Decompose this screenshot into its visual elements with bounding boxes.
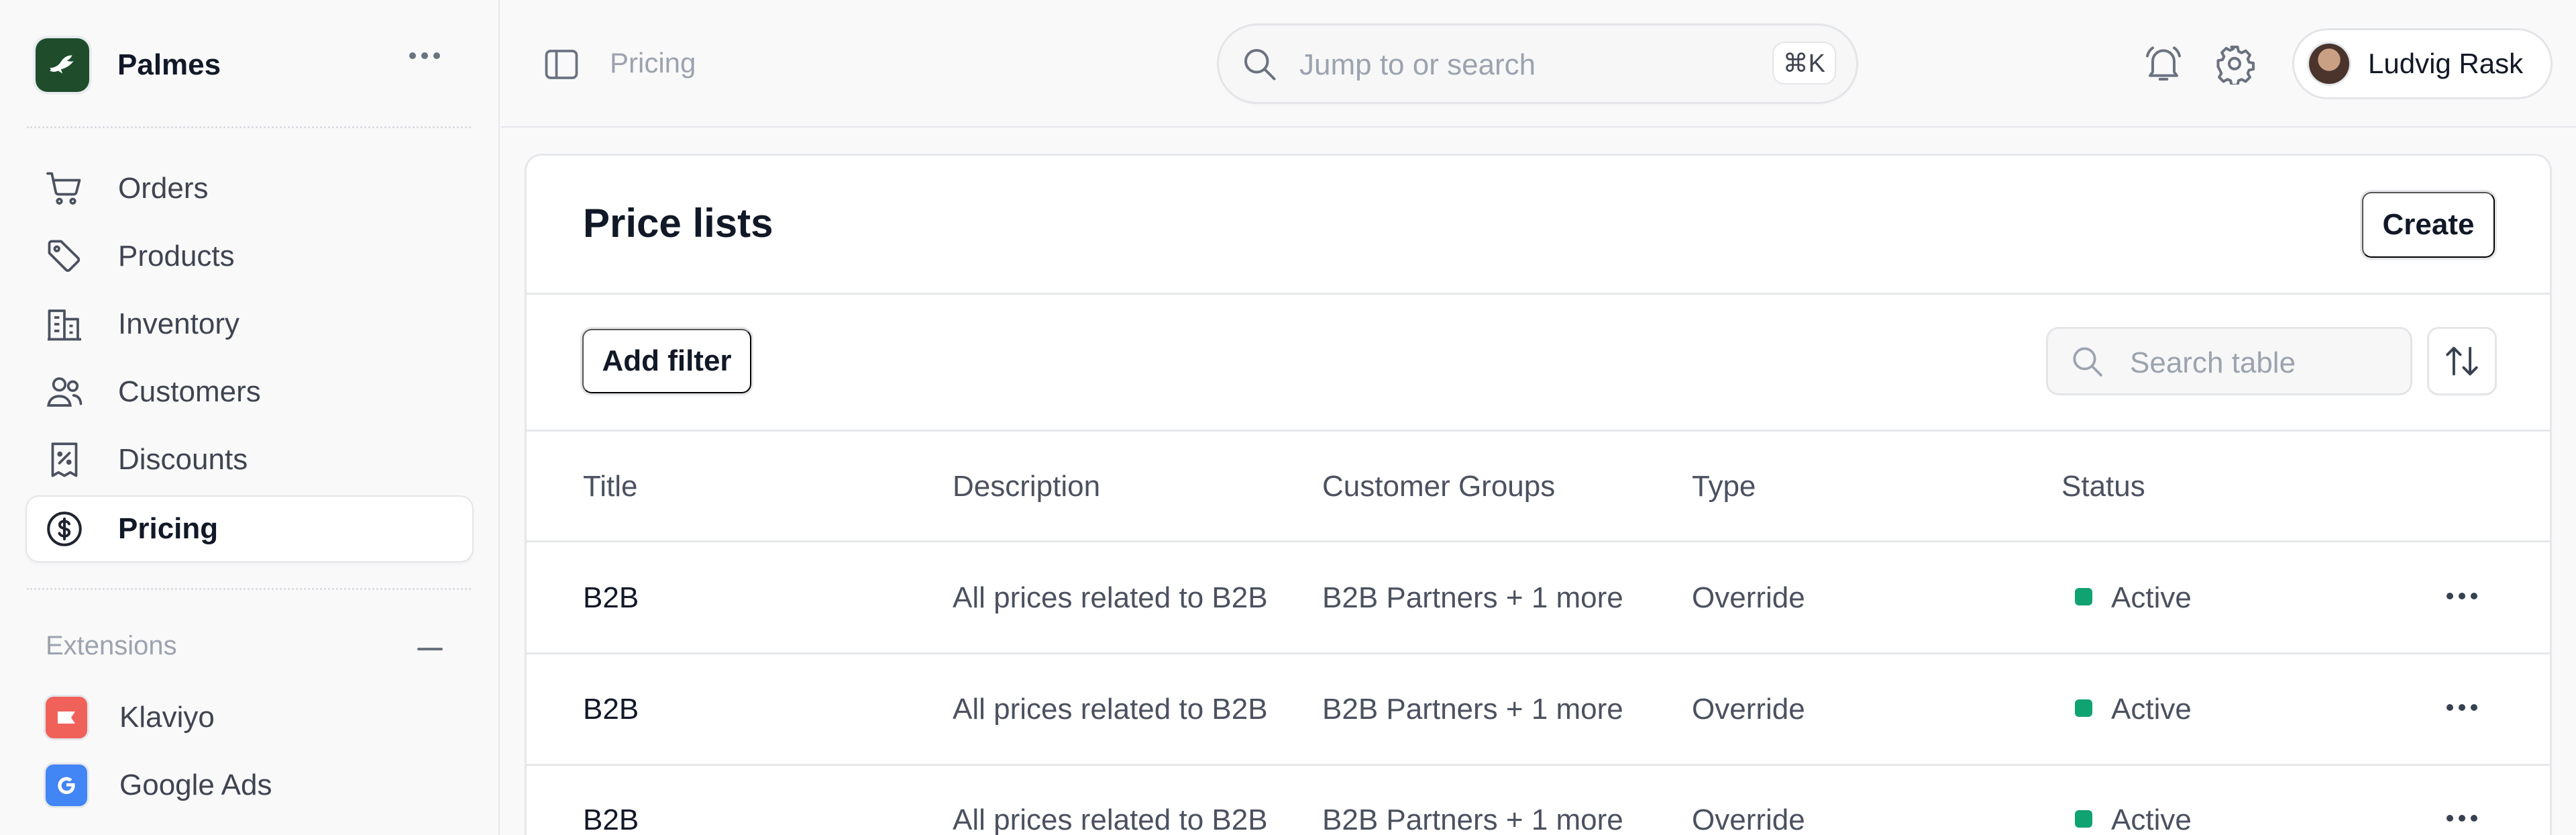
divider <box>527 293 2550 295</box>
divider <box>27 126 471 128</box>
cell-description: All prices related to B2B <box>953 803 1268 835</box>
table-search[interactable]: Search table <box>2048 329 2410 393</box>
tag-icon <box>48 240 80 272</box>
collapse-icon[interactable] <box>417 648 443 650</box>
sidebar-item-inventory[interactable]: Inventory <box>27 292 472 356</box>
store-logo <box>36 38 89 92</box>
sidebar-item-label: Products <box>118 240 235 273</box>
building-icon <box>48 309 81 341</box>
user-menu[interactable]: Ludvig Rask <box>2294 30 2551 97</box>
cell-type: Override <box>1692 581 1805 614</box>
add-filter-button[interactable]: Add filter <box>582 329 751 393</box>
sidebar-item-pricing[interactable]: Pricing <box>27 497 472 561</box>
more-icon[interactable] <box>409 52 440 59</box>
receipt-percent-icon <box>51 442 78 477</box>
search-icon <box>1244 49 1276 81</box>
shortcut-badge: ⌘K <box>1773 43 1835 83</box>
cell-customer-groups: B2B Partners + 1 more <box>1322 693 1623 726</box>
divider <box>527 652 2550 654</box>
sidebar-item-label: Orders <box>118 172 209 205</box>
sidebar-item-orders[interactable]: Orders <box>27 156 472 221</box>
sidebar-item-label: Inventory <box>118 307 239 340</box>
store-switcher[interactable]: Palmes <box>36 38 221 92</box>
sidebar: Palmes Orders Products Inventory Custome… <box>0 0 500 835</box>
global-search[interactable]: Jump to or search ⌘K <box>1219 26 1856 102</box>
cell-type: Override <box>1692 803 1805 835</box>
status-indicator <box>2075 810 2092 828</box>
users-icon <box>47 377 83 407</box>
column-header-customer-groups[interactable]: Customer Groups <box>1322 470 1555 503</box>
cell-customer-groups: B2B Partners + 1 more <box>1322 803 1623 835</box>
bell-icon[interactable] <box>2142 42 2185 85</box>
klaviyo-icon <box>46 697 87 738</box>
divider <box>527 430 2550 432</box>
cart-icon <box>46 172 81 205</box>
gear-icon[interactable] <box>2213 42 2256 85</box>
column-header-description[interactable]: Description <box>953 470 1100 503</box>
sidebar-item-label: Google Ads <box>119 769 272 801</box>
bird-icon <box>50 55 74 74</box>
sidebar-item-label: Pricing <box>118 512 219 545</box>
avatar <box>2309 44 2349 84</box>
sort-arrows-icon <box>2446 346 2478 376</box>
google-ads-icon <box>46 765 87 806</box>
cell-title: B2B <box>583 581 639 614</box>
cell-description: All prices related to B2B <box>953 581 1268 614</box>
price-lists-card: Price lists Create Add filter Search tab… <box>527 156 2550 835</box>
currency-dollar-icon <box>47 511 82 546</box>
breadcrumb[interactable]: Pricing <box>610 47 696 79</box>
sort-button[interactable] <box>2429 329 2495 393</box>
divider <box>27 588 471 590</box>
extensions-heading: Extensions <box>46 631 177 660</box>
search-input[interactable]: Search table <box>2130 346 2296 380</box>
cell-description: All prices related to B2B <box>953 693 1268 726</box>
cell-title: B2B <box>583 803 639 835</box>
divider <box>527 540 2550 542</box>
user-name: Ludvig Rask <box>2368 48 2524 79</box>
sidebar-item-products[interactable]: Products <box>27 224 472 289</box>
column-header-title[interactable]: Title <box>583 470 638 503</box>
column-header-type[interactable]: Type <box>1692 470 1756 503</box>
cell-customer-groups: B2B Partners + 1 more <box>1322 581 1623 614</box>
row-actions-icon[interactable] <box>2447 815 2477 822</box>
row-actions-icon[interactable] <box>2447 704 2477 711</box>
sidebar-item-label: Discounts <box>118 443 248 476</box>
row-actions-icon[interactable] <box>2447 593 2477 599</box>
status-badge: Active <box>2111 581 2192 614</box>
divider <box>527 764 2550 766</box>
cell-title: B2B <box>583 693 639 726</box>
sidebar-item-customers[interactable]: Customers <box>27 360 472 424</box>
sidebar-item-google-ads[interactable]: Google Ads <box>46 762 272 809</box>
page-title: Price lists <box>583 201 773 246</box>
sidebar-item-klaviyo[interactable]: Klaviyo <box>46 694 215 741</box>
status-badge: Active <box>2111 803 2192 835</box>
column-header-status[interactable]: Status <box>2061 470 2145 503</box>
search-input[interactable]: Jump to or search <box>1299 48 1536 82</box>
search-icon <box>2073 347 2102 377</box>
store-name: Palmes <box>117 48 221 81</box>
sidebar-item-label: Klaviyo <box>119 701 215 734</box>
sidebar-item-discounts[interactable]: Discounts <box>27 428 472 492</box>
status-indicator <box>2075 588 2092 605</box>
sidebar-toggle-icon[interactable] <box>541 44 582 85</box>
sidebar-item-label: Customers <box>118 375 261 408</box>
cell-type: Override <box>1692 693 1805 726</box>
status-indicator <box>2075 699 2092 717</box>
create-button[interactable]: Create <box>2362 192 2495 258</box>
status-badge: Active <box>2111 693 2192 726</box>
top-bar: Pricing Jump to or search ⌘K Ludvig Rask <box>501 0 2576 128</box>
